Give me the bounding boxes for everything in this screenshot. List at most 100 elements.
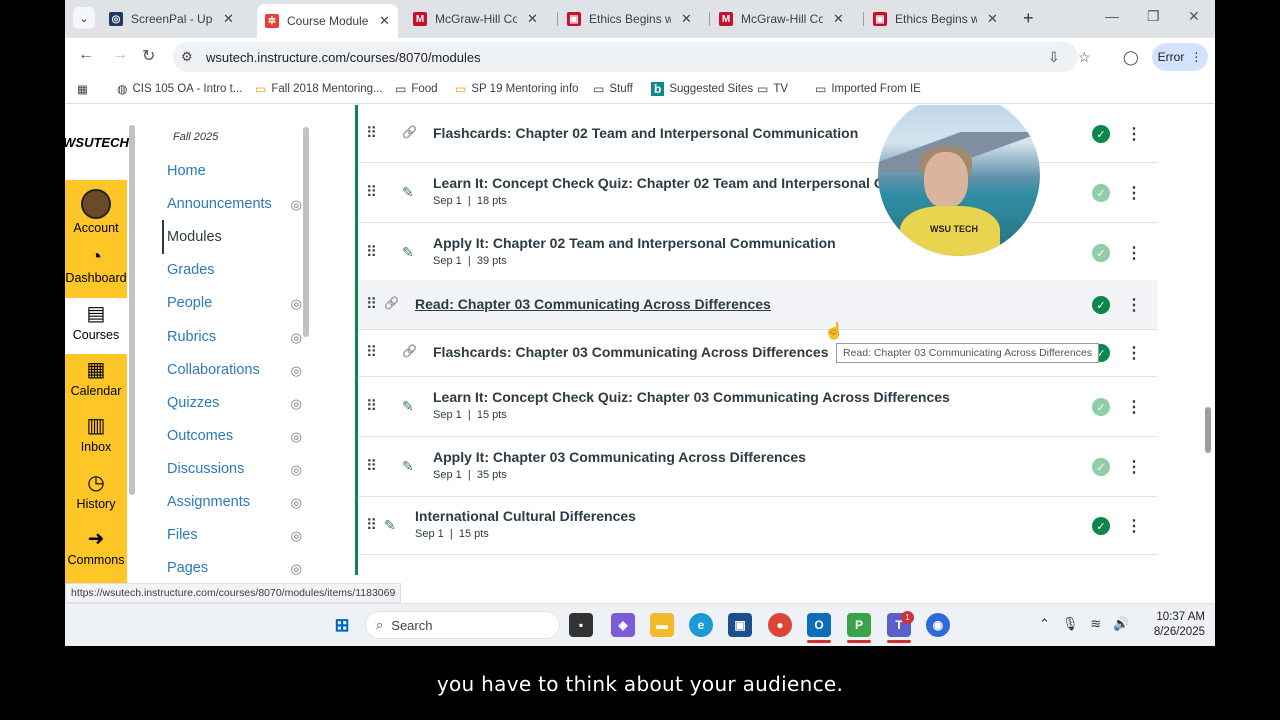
more-options-icon[interactable]: ⋮ — [1126, 457, 1142, 477]
more-options-icon[interactable]: ⋮ — [1126, 397, 1142, 417]
tab-close-icon[interactable]: ✕ — [833, 11, 844, 27]
global-nav-scrollbar[interactable] — [128, 111, 136, 603]
bookmark-item[interactable]: ▭ SP 19 Mentoring info — [455, 82, 579, 96]
bookmark-item[interactable]: ▭ TV — [757, 82, 788, 96]
course-nav-rubrics[interactable]: Rubrics ◎ — [167, 329, 302, 345]
bookmark-star-icon[interactable]: ☆ — [1078, 49, 1091, 66]
course-nav-collaborations[interactable]: Collaborations ◎ — [167, 362, 302, 378]
wsutech-logo[interactable]: WSUTECH — [65, 105, 129, 180]
tab-close-icon[interactable]: ✕ — [379, 13, 390, 29]
main-scrollbar[interactable] — [1203, 111, 1213, 603]
module-item-title[interactable]: Read: Chapter 03 Communicating Across Di… — [415, 296, 771, 312]
bookmark-item[interactable]: b Suggested Sites — [651, 82, 753, 96]
m365-copilot-icon[interactable]: ◈ — [611, 613, 635, 637]
task-view-icon[interactable]: ▪ — [569, 613, 593, 637]
drag-handle-icon[interactable]: ⠿ — [366, 124, 377, 142]
drag-handle-icon[interactable]: ⠿ — [366, 457, 377, 475]
global-nav-commons[interactable]: ➜ Commons — [65, 523, 127, 579]
module-item-row[interactable]: ⠿ ✎ Apply It: Chapter 02 Team and Interper… — [358, 223, 1158, 283]
tab-search-button[interactable]: ⌄ — [73, 7, 95, 29]
bookmark-item[interactable]: ▭ Imported From IE — [815, 82, 921, 96]
profile-error-button[interactable]: Error ⋮ — [1152, 43, 1208, 71]
course-nav-outcomes[interactable]: Outcomes ◎ — [167, 428, 302, 444]
clock[interactable]: 10:37 AM 8/26/2025 — [1145, 610, 1205, 640]
new-tab-button[interactable]: + — [1023, 8, 1034, 29]
browser-tab[interactable]: ◎ ScreenPal - Upgra ✕ — [101, 4, 242, 34]
close-window-icon[interactable]: ✕ — [1188, 8, 1200, 25]
course-nav-grades[interactable]: Grades — [167, 262, 302, 278]
global-nav-dashboard[interactable]: ◔ Dashboard — [65, 241, 127, 297]
global-nav-courses[interactable]: ▤ Courses — [65, 297, 127, 354]
course-nav-pages[interactable]: Pages ◎ — [167, 560, 302, 576]
screenpal-icon[interactable]: P — [847, 613, 871, 637]
more-options-icon[interactable]: ⋮ — [1126, 243, 1142, 263]
volume-icon[interactable]: 🔊 — [1113, 616, 1129, 632]
bookmark-item[interactable]: ▭ Food — [395, 82, 438, 96]
windows-start-icon[interactable]: ⊞ — [330, 613, 354, 637]
tab-close-icon[interactable]: ✕ — [987, 11, 998, 27]
edge-icon[interactable]: e — [689, 613, 713, 637]
minimize-icon[interactable]: — — [1105, 8, 1119, 24]
browser-tab[interactable]: ▣ Ethics Begins with ✕ — [865, 4, 1006, 34]
module-item-title[interactable]: Apply It: Chapter 02 Team and Interperso… — [433, 235, 836, 251]
install-app-icon[interactable]: ⇩ — [1048, 49, 1060, 66]
back-icon[interactable]: ← — [78, 46, 94, 64]
course-nav-discussions[interactable]: Discussions ◎ — [167, 461, 302, 477]
forward-icon[interactable]: → — [112, 46, 128, 64]
restore-icon[interactable]: ❐ — [1147, 8, 1160, 25]
browser-tab[interactable]: ▣ Ethics Begins with ✕ — [559, 4, 700, 34]
module-item-row[interactable]: ⠿ ✎ International Cultural Differences Sep … — [358, 497, 1158, 555]
bookmark-item[interactable]: ◍ CIS 105 OA - Intro t... — [117, 82, 242, 96]
module-item-title[interactable]: Learn It: Concept Check Quiz: Chapter 02… — [433, 175, 905, 191]
course-nav-modules[interactable]: Modules — [167, 229, 302, 245]
drag-handle-icon[interactable]: ⠿ — [366, 183, 377, 201]
tab-close-icon[interactable]: ✕ — [527, 11, 538, 27]
course-nav-files[interactable]: Files ◎ — [167, 527, 302, 543]
global-nav-history[interactable]: ◷ History — [65, 467, 127, 523]
browser-tab[interactable]: M McGraw-Hill Conn ✕ — [405, 4, 546, 34]
store-icon[interactable]: ▣ — [728, 613, 752, 637]
module-item-title[interactable]: International Cultural Differences — [415, 508, 636, 524]
global-nav-calendar[interactable]: ▦ Calendar — [65, 354, 127, 410]
module-item-title[interactable]: Learn It: Concept Check Quiz: Chapter 03… — [433, 389, 950, 405]
more-options-icon[interactable]: ⋮ — [1126, 343, 1142, 363]
course-nav-people[interactable]: People ◎ — [167, 295, 302, 311]
course-nav-announcements[interactable]: Announcements ◎ — [167, 196, 302, 212]
more-options-icon[interactable]: ⋮ — [1126, 295, 1142, 315]
more-options-icon[interactable]: ⋮ — [1126, 183, 1142, 203]
chevron-up-icon[interactable]: ⌃ — [1039, 616, 1050, 632]
reload-icon[interactable]: ↻ — [142, 46, 155, 66]
chrome-icon[interactable]: ● — [768, 613, 792, 637]
more-options-icon[interactable]: ⋮ — [1126, 124, 1142, 144]
bookmark-item[interactable]: ▭ Stuff — [593, 82, 633, 96]
module-item-row[interactable]: ⠿ ✎ Apply It: Chapter 03 Communicating Acr… — [358, 437, 1158, 497]
address-bar[interactable]: ⚙ wsutech.instructure.com/courses/8070/m… — [173, 42, 1078, 72]
more-options-icon[interactable]: ⋮ — [1126, 516, 1142, 536]
browser-tab[interactable]: M McGraw-Hill Conn ✕ — [711, 4, 852, 34]
browser-tab[interactable]: ✲ Course Modules: B ✕ — [257, 4, 398, 38]
bookmark-item[interactable]: ▭ Fall 2018 Mentoring... — [255, 82, 383, 96]
tab-close-icon[interactable]: ✕ — [681, 11, 692, 27]
drag-handle-icon[interactable]: ⠿ — [366, 243, 377, 261]
module-item-row[interactable]: ⠿ 🔗 Read: Chapter 03 Communicating Across … — [358, 280, 1158, 330]
course-nav-home[interactable]: Home — [167, 163, 302, 179]
profile-icon[interactable]: ◯ — [1123, 49, 1139, 66]
outlook-icon[interactable]: O — [807, 613, 831, 637]
global-nav-account[interactable]: Account — [65, 185, 127, 241]
apps-grid-icon[interactable]: ▦ — [77, 82, 88, 96]
wifi-icon[interactable]: ≋ — [1090, 616, 1101, 632]
module-item-title[interactable]: Flashcards: Chapter 03 Communicating Acr… — [433, 344, 829, 360]
drag-handle-icon[interactable]: ⠿ — [366, 516, 377, 534]
course-nav-quizzes[interactable]: Quizzes ◎ — [167, 395, 302, 411]
recorder-icon[interactable]: ◉ — [926, 613, 950, 637]
site-info-icon[interactable]: ⚙ — [181, 49, 193, 65]
taskbar-search[interactable]: ⌕ Search — [365, 611, 560, 639]
course-nav-scrollbar[interactable] — [301, 111, 311, 603]
global-nav-inbox[interactable]: ▥ Inbox — [65, 410, 127, 466]
module-item-row[interactable]: ⠿ ✎ Learn It: Concept Check Quiz: Chapter … — [358, 377, 1158, 437]
drag-handle-icon[interactable]: ⠿ — [366, 343, 377, 361]
microphone-icon[interactable]: 🎙 — [1062, 616, 1079, 632]
tab-close-icon[interactable]: ✕ — [223, 11, 234, 27]
module-item-title[interactable]: Flashcards: Chapter 02 Team and Interper… — [433, 125, 858, 141]
course-nav-assignments[interactable]: Assignments ◎ — [167, 494, 302, 510]
